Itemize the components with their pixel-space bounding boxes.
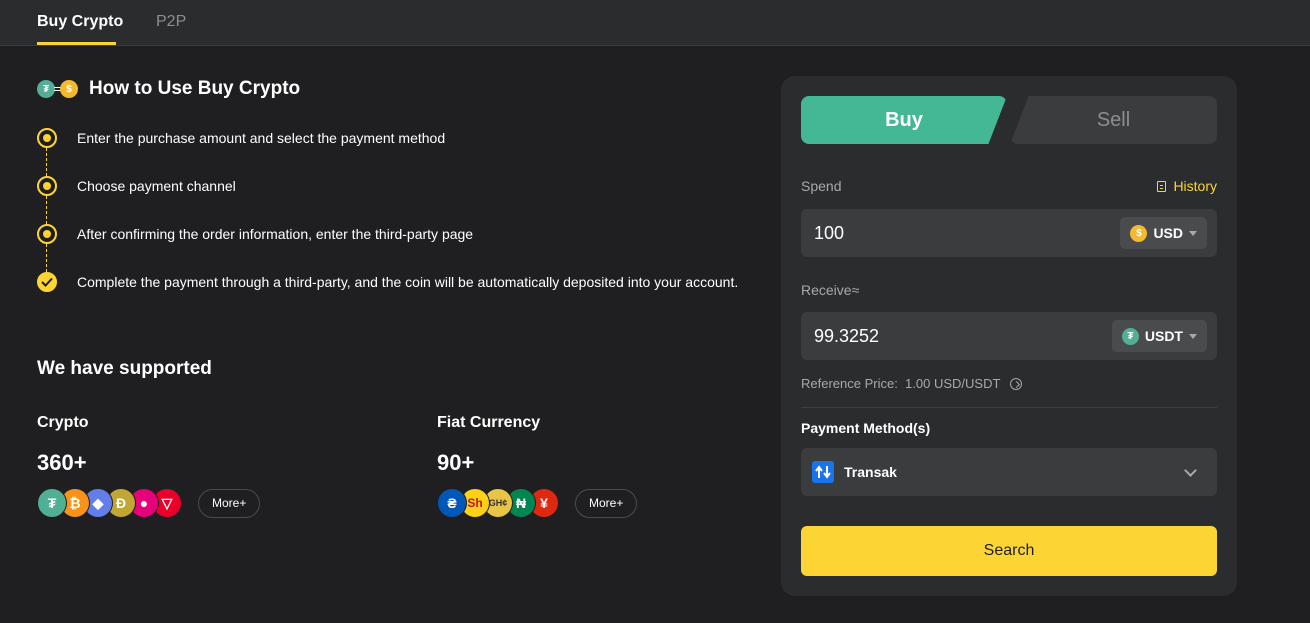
tab-buy-crypto[interactable]: Buy Crypto: [37, 13, 123, 31]
step-text: Enter the purchase amount and select the…: [77, 130, 446, 146]
fiat-icons: ₴ Sh GH¢ ₦ ¥ More+: [437, 488, 638, 518]
receive-currency-select[interactable]: ₮ USDT: [1111, 320, 1207, 352]
spend-currency-select[interactable]: $ USD: [1120, 217, 1207, 249]
receive-currency: USDT: [1144, 328, 1183, 344]
document-icon: [1157, 180, 1167, 192]
fiat-label: Fiat Currency: [437, 414, 541, 431]
crypto-count: 360+: [37, 450, 87, 475]
receive-input[interactable]: [814, 312, 1094, 360]
crypto-more-button[interactable]: More+: [198, 488, 261, 518]
step-dot-icon: [37, 224, 57, 244]
chevron-down-icon: [1184, 464, 1197, 477]
fiat-support: Fiat Currency 90+ ₴ Sh GH¢ ₦ ¥ More+: [437, 414, 638, 518]
transak-logo-icon: [812, 461, 834, 483]
receive-field: ₮ USDT: [801, 312, 1217, 360]
step-dot-icon: [37, 128, 57, 148]
step-text: Complete the payment through a third-par…: [77, 274, 739, 290]
step-text: Choose payment channel: [77, 178, 236, 194]
trade-card: Buy Sell Spend History $ USD Receive≈ ₮ …: [781, 76, 1237, 596]
howto-title: How to Use Buy Crypto: [89, 78, 301, 99]
reference-price: Reference Price: 1.00 USD/USDT: [801, 376, 1023, 391]
step-item: Enter the purchase amount and select the…: [37, 128, 738, 176]
tab-p2p[interactable]: P2P: [156, 13, 186, 31]
usd-coin-icon: $: [1130, 224, 1148, 242]
crypto-icons: ₮ ₿ ◆ Ð ● ▽ More+: [37, 488, 261, 518]
howto-header: ₮ $ How to Use Buy Crypto: [37, 78, 300, 100]
step-dot-icon: [37, 176, 57, 196]
payment-method-select[interactable]: Transak: [801, 448, 1217, 496]
history-label: History: [1173, 178, 1217, 194]
receive-label: Receive≈: [801, 282, 860, 298]
caret-down-icon: [1189, 333, 1197, 339]
howto-steps: Enter the purchase amount and select the…: [37, 128, 738, 320]
crypto-support: Crypto 360+ ₮ ₿ ◆ Ð ● ▽ More+: [37, 414, 261, 518]
exchange-coins-icon: ₮ $: [37, 78, 79, 100]
crypto-label: Crypto: [37, 414, 89, 431]
active-tab-indicator: [37, 42, 116, 45]
supported-title: We have supported: [37, 358, 212, 379]
divider: [801, 407, 1217, 408]
search-button[interactable]: Search: [801, 526, 1217, 576]
tether-icon: ₮: [37, 488, 67, 518]
fiat-more-button[interactable]: More+: [575, 488, 638, 518]
refresh-icon[interactable]: [1010, 377, 1023, 390]
step-item: Choose payment channel: [37, 176, 738, 224]
check-icon: [37, 272, 57, 292]
caret-down-icon: [1189, 230, 1197, 236]
payment-method-label: Payment Method(s): [801, 420, 931, 436]
spend-field: $ USD: [801, 209, 1217, 257]
buy-tab[interactable]: Buy: [801, 96, 1007, 144]
reference-price-text: Reference Price: 1.00 USD/USDT: [801, 376, 1001, 391]
step-text: After confirming the order information, …: [77, 226, 474, 242]
sell-tab[interactable]: Sell: [1010, 96, 1217, 144]
usdt-coin-icon: ₮: [1121, 327, 1139, 345]
spend-label: Spend: [801, 178, 842, 194]
spend-currency: USD: [1153, 225, 1183, 241]
fiat-count: 90+: [437, 450, 475, 475]
payment-method-name: Transak: [844, 464, 897, 480]
uah-icon: ₴: [437, 488, 467, 518]
top-tab-bar: Buy Crypto P2P: [0, 0, 1310, 46]
step-item: Complete the payment through a third-par…: [37, 272, 738, 320]
history-link[interactable]: History: [1157, 178, 1217, 194]
spend-input[interactable]: [814, 209, 1094, 257]
step-item: After confirming the order information, …: [37, 224, 738, 272]
